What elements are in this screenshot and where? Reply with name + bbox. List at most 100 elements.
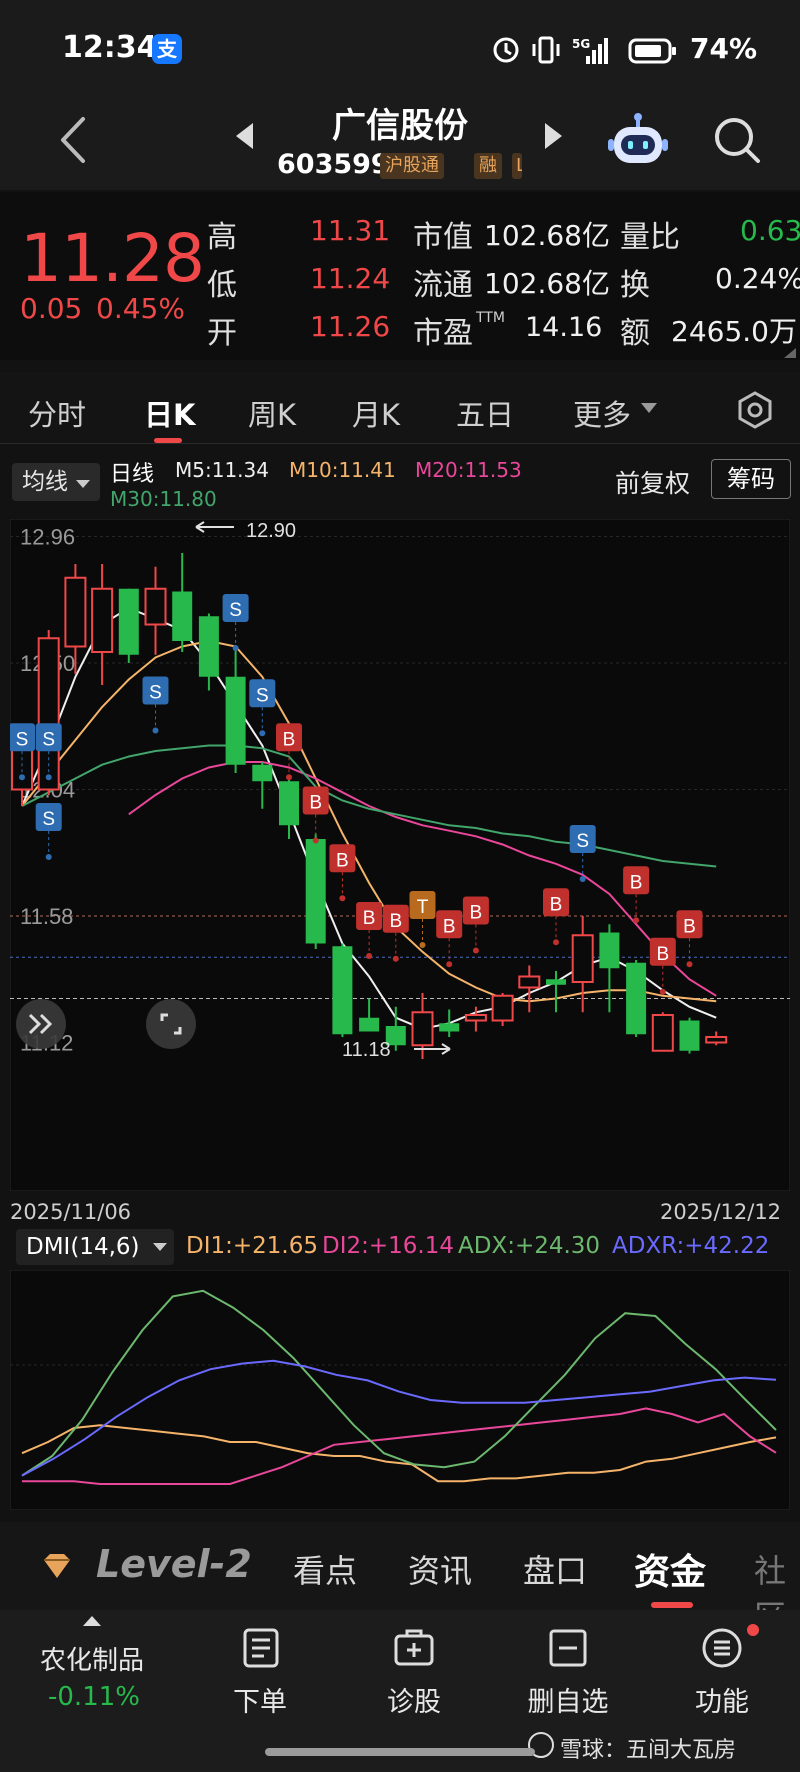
min-price-label: 11.18 <box>342 1039 391 1061</box>
volume-ratio-label: 量比 <box>620 220 680 255</box>
tab-order-book[interactable]: 盘口 <box>523 1546 587 1592</box>
menu-icon[interactable] <box>700 1626 744 1670</box>
chevron-down-icon[interactable] <box>76 480 90 488</box>
signal-label: B <box>363 908 376 929</box>
signal-dot <box>553 939 559 946</box>
signal-dot <box>366 953 373 959</box>
y-tick-label: 12.96 <box>20 525 75 550</box>
period-tabs: 分时 日K 周K 月K 五日 更多 <box>0 372 800 444</box>
signal-dot <box>45 854 52 860</box>
order-icon[interactable] <box>239 1626 283 1670</box>
candle-body <box>305 839 326 944</box>
quote-panel: 11.28 0.05 0.45% 高 低 开 11.31 11.24 11.26… <box>0 192 800 360</box>
diagnose-button[interactable]: 诊股 <box>354 1680 474 1719</box>
next-stock-icon[interactable] <box>545 123 562 149</box>
ma30-value: M30:11.80 <box>110 487 217 511</box>
caret-down-icon[interactable] <box>640 402 658 414</box>
candle-body <box>225 676 246 765</box>
signal-label: B <box>683 916 696 937</box>
signal-label: B <box>656 944 669 965</box>
tab-daily-k[interactable]: 日K <box>144 392 195 434</box>
date-start: 2025/11/06 <box>10 1200 132 1224</box>
candle-body <box>571 934 594 983</box>
stock-header: 广信股份 603599 沪股通 融 L <box>0 95 800 190</box>
dmi-chart[interactable] <box>10 1270 790 1510</box>
search-icon[interactable] <box>712 115 762 165</box>
robot-assistant-icon[interactable] <box>608 111 668 169</box>
di1-value: DI1:+21.65 <box>186 1233 318 1259</box>
signal-label: B <box>630 872 643 893</box>
high-label: 高 <box>207 220 237 255</box>
signal-label: B <box>336 850 349 871</box>
tab-news[interactable]: 资讯 <box>408 1546 472 1592</box>
alarm-icon <box>493 37 519 63</box>
tab-highlights[interactable]: 看点 <box>293 1546 357 1592</box>
tag-more: L <box>512 153 522 179</box>
sector-name[interactable]: 农化制品 <box>40 1640 144 1677</box>
amount-label: 额 <box>620 316 650 351</box>
chips-button[interactable]: 筹码 <box>711 459 791 499</box>
signal-label: B <box>283 729 296 750</box>
function-button[interactable]: 功能 <box>662 1680 782 1719</box>
signal-dot <box>446 961 453 968</box>
low-value: 11.24 <box>310 262 391 295</box>
candle-body <box>626 962 647 1035</box>
period-label: 日线 <box>110 462 155 487</box>
stock-name: 广信股份 <box>332 106 468 146</box>
candle-body <box>198 616 219 677</box>
remove-favorite-button[interactable]: 删自选 <box>508 1680 628 1719</box>
candle-body <box>599 932 620 969</box>
ma20-value: M20:11.53 <box>415 458 522 482</box>
signal-dot <box>312 837 319 844</box>
diagnose-icon[interactable] <box>392 1626 436 1670</box>
stock-code: 603599 <box>277 149 390 180</box>
tab-five-day[interactable]: 五日 <box>456 392 514 434</box>
date-end: 2025/12/12 <box>660 1200 782 1224</box>
tab-monthly-k[interactable]: 月K <box>352 392 400 434</box>
kline-chart[interactable]: 12.9612.5012.0411.5811.12SSSSSSBBBBBTBBB… <box>10 519 790 1191</box>
signal-dot <box>232 645 239 651</box>
adx-value: ADX:+24.30 <box>458 1233 601 1259</box>
last-price: 11.28 <box>20 220 205 297</box>
candle-body <box>172 591 193 641</box>
signal-dot <box>19 774 25 781</box>
tab-intraday[interactable]: 分时 <box>28 392 86 434</box>
high-value: 11.31 <box>310 214 391 247</box>
candle-body <box>518 975 541 989</box>
market-cap-label: 市值 <box>413 220 473 255</box>
price-change: 0.05 <box>20 292 83 325</box>
open-value: 11.26 <box>310 310 391 343</box>
home-indicator[interactable] <box>265 1748 535 1756</box>
candle-body <box>144 587 167 626</box>
chevron-down-icon[interactable] <box>153 1243 167 1251</box>
tab-level2[interactable]: Level-2 <box>96 1542 252 1586</box>
di2-value: DI2:+16.14 <box>322 1233 454 1259</box>
expand-corner-icon[interactable] <box>784 348 796 358</box>
price-adjust-label[interactable]: 前复权 <box>615 464 690 500</box>
order-button[interactable]: 下单 <box>200 1680 320 1719</box>
network-label-icon: 5G <box>572 37 590 51</box>
signal-label: S <box>16 729 29 750</box>
tab-more[interactable]: 更多 <box>573 392 631 434</box>
caret-up-icon[interactable] <box>83 1616 101 1626</box>
signal-dot <box>472 947 479 954</box>
signal-label: S <box>42 809 55 830</box>
signal-label: T <box>417 897 429 918</box>
signal-label: S <box>149 683 162 704</box>
pe-value: 14.16 <box>525 312 603 343</box>
max-price-label: 12.90 <box>246 520 296 542</box>
candle-body <box>359 1017 380 1032</box>
dmi-select[interactable]: DMI(14,6) <box>16 1229 174 1265</box>
adxr-value: ADXR:+42.22 <box>612 1233 770 1259</box>
bottom-bar: 农化制品 -0.11% 下单 诊股 删自选 功能 雪球：五间大瓦房 <box>0 1610 800 1772</box>
remove-favorite-icon[interactable] <box>546 1626 590 1670</box>
dmi-frame <box>10 1270 790 1510</box>
settings-icon[interactable] <box>735 390 775 430</box>
signal-dot <box>686 961 693 968</box>
signal-label: S <box>256 685 269 706</box>
tab-capital-flow[interactable]: 资金 <box>634 1543 706 1595</box>
tab-weekly-k[interactable]: 周K <box>248 392 296 434</box>
candle-body <box>332 946 353 1035</box>
battery-icon <box>628 38 676 64</box>
price-change-percent: 0.45% <box>96 292 185 325</box>
